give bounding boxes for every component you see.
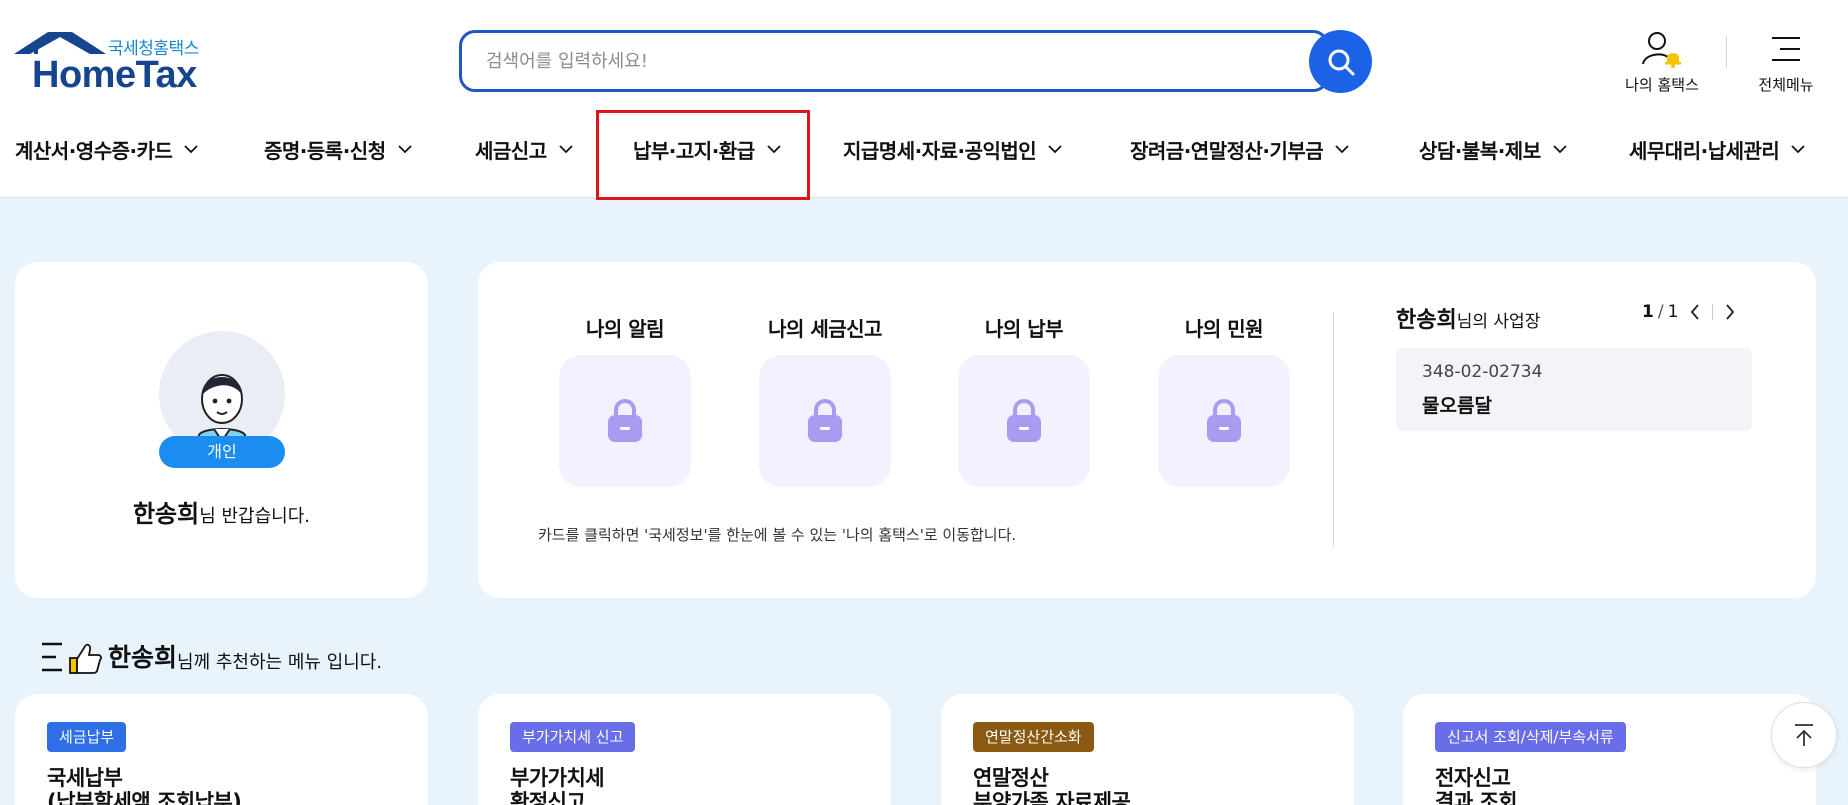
header: 국세청홈택스 HomeTax 나의 홈택스 — [0, 0, 1848, 200]
page-current: 1 — [1642, 302, 1654, 322]
business-number: 348-02-02734 — [1422, 362, 1543, 382]
recommend-card[interactable]: 신고서 조회/삭제/부속서류 전자신고 결과 조회 — [1403, 694, 1816, 805]
business-name: 물오름달 — [1422, 395, 1492, 417]
menu-thumbs-up-icon — [42, 642, 102, 674]
hometax-logo[interactable]: 국세청홈택스 HomeTax — [14, 30, 214, 96]
nav-item-certificate-registration[interactable]: 증명·등록·신청 — [264, 135, 412, 164]
chevron-down-icon — [1552, 145, 1567, 154]
recommend-card[interactable]: 세금납부 국세납부 (납부할세액 조회납부) — [15, 694, 428, 805]
business-pager: 1 / 1 — [1642, 302, 1735, 322]
chevron-down-icon — [558, 145, 573, 154]
chevron-down-icon — [1335, 145, 1349, 154]
profile-card: 개인 한송희님 반갑습니다. — [15, 262, 428, 598]
chevron-down-icon — [1791, 145, 1805, 154]
recommend-tag: 부가가치세 신고 — [510, 722, 636, 752]
chevron-down-icon — [1048, 145, 1062, 154]
recommend-menu-name: 연말정산 부양가족 자료제공 — [973, 766, 1131, 805]
recommend-menu-name: 국세납부 (납부할세액 조회납부) — [47, 766, 242, 805]
recommend-tag: 세금납부 — [47, 722, 127, 752]
user-bell-icon — [1642, 32, 1681, 68]
my-hometax-card: 나의 알림 나의 세금신고 나의 납부 나의 민원 카드를 클릭하면 '국세정보… — [478, 262, 1816, 598]
my-hometax-button[interactable]: 나의 홈택스 — [1616, 28, 1708, 95]
nav-item-tax-agent-management[interactable]: 세무대리·납세관리 — [1629, 135, 1805, 164]
hamburger-menu-icon — [1772, 37, 1800, 61]
my-notification-box[interactable]: 나의 알림 — [558, 313, 692, 487]
business-item[interactable]: 348-02-02734 물오름달 — [1396, 348, 1752, 431]
business-title: 한송희님의 사업장 — [1396, 308, 1541, 333]
section-divider — [1333, 312, 1334, 546]
chevron-down-icon — [397, 145, 412, 154]
recommend-title: 한송희 님께 추천하는 메뉴 입니다. — [40, 638, 382, 674]
user-name: 한송희 — [132, 500, 200, 528]
recommend-card[interactable]: 연말정산간소화 연말정산 부양가족 자료제공 — [941, 694, 1354, 805]
lock-icon — [1207, 399, 1241, 442]
search-icon — [1328, 49, 1354, 75]
nav-item-payment-statement-data[interactable]: 지급명세·자료·공익법인 — [843, 135, 1062, 164]
all-menu-label: 전체메뉴 — [1758, 76, 1814, 94]
search-button[interactable] — [1309, 30, 1372, 93]
my-hometax-label: 나의 홈택스 — [1625, 76, 1699, 94]
logo-title: HomeTax — [32, 54, 197, 96]
greeting-text: 한송희님 반갑습니다. — [132, 500, 311, 528]
recommend-tag: 신고서 조회/삭제/부속서류 — [1435, 722, 1626, 752]
page-total: 1 — [1667, 302, 1679, 322]
recommend-user-name: 한송희 — [108, 643, 178, 672]
search-bar — [459, 30, 1329, 92]
util-divider — [1726, 36, 1727, 68]
my-petition-box[interactable]: 나의 민원 — [1157, 313, 1291, 487]
prev-page-button[interactable] — [1690, 304, 1700, 320]
recommend-card[interactable]: 부가가치세 신고 부가가치세 확정신고 — [478, 694, 891, 805]
lock-icon — [1007, 399, 1041, 442]
lock-icon — [808, 399, 842, 442]
my-tax-filing-box[interactable]: 나의 세금신고 — [758, 313, 892, 487]
recommend-menu-name: 부가가치세 확정신고 — [510, 766, 605, 805]
my-hometax-hint: 카드를 클릭하면 '국세정보'를 한눈에 볼 수 있는 '나의 홈택스'로 이동… — [538, 526, 1017, 544]
my-payment-box[interactable]: 나의 납부 — [957, 313, 1091, 487]
nav-highlight-box — [596, 110, 810, 200]
nav-item-tax-filing[interactable]: 세금신고 — [475, 135, 573, 164]
lock-icon — [608, 399, 642, 442]
chevron-left-icon — [1691, 304, 1700, 320]
user-type-badge: 개인 — [159, 436, 285, 468]
all-menu-button[interactable]: 전체메뉴 — [1745, 28, 1827, 95]
scroll-to-top-button[interactable] — [1771, 702, 1837, 768]
chevron-right-icon — [1726, 304, 1735, 320]
nav-item-consult-appeal-report[interactable]: 상담·불복·제보 — [1419, 135, 1567, 164]
arrow-up-icon — [1795, 724, 1813, 746]
recommend-menu-name: 전자신고 결과 조회 — [1435, 766, 1518, 805]
chevron-down-icon — [184, 145, 199, 154]
next-page-button[interactable] — [1725, 304, 1735, 320]
recommend-tag: 연말정산간소화 — [973, 722, 1094, 752]
nav-item-invoice-receipt-card[interactable]: 계산서·영수증·카드 — [15, 135, 199, 164]
search-input[interactable] — [486, 47, 1266, 75]
nav-item-incentive-yearend-donation[interactable]: 장려금·연말정산·기부금 — [1130, 135, 1349, 164]
